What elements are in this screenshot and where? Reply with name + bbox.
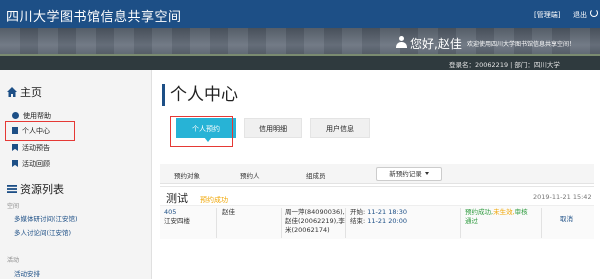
space-item-discussion-room[interactable]: 多人讨论间(江安馆) [14, 227, 71, 237]
sidebar-item-activity-review[interactable]: 活动回顾 [12, 158, 50, 170]
bookmark-icon [12, 160, 18, 167]
sidebar: 主页 使用帮助 个人中心 活动预告 活动回顾 资源列表 空间 多媒体研讨间(江安… [0, 70, 152, 279]
reserver-cell: 赵佳 [222, 208, 235, 216]
chevron-down-icon [424, 172, 429, 175]
building-name: 江安四楼 [164, 217, 190, 225]
status-cell: 预约成功,未生效,审核 通过 [465, 208, 528, 226]
status-pending: 未生效, [493, 208, 515, 216]
admin-link[interactable]: [管理端] [534, 10, 560, 20]
cancel-button[interactable]: 取消 [560, 215, 573, 224]
reservation-record: 测试 预约成功 2019-11-21 15:42 405 江安四楼 赵佳 周一萍… [160, 186, 594, 239]
record-title: 测试 [166, 192, 188, 205]
tab-user-info[interactable]: 用户信息 [310, 118, 370, 138]
record-timestamp: 2019-11-21 15:42 [533, 193, 592, 201]
logout-link[interactable]: 退出 [573, 10, 587, 20]
header-banner: 您好,赵佳 欢迎使用四川大学图书馆信息共享空间！ 登录名：20062219 | … [0, 28, 600, 70]
page-title: 个人中心 [162, 84, 238, 106]
home-heading-label: 主页 [20, 86, 42, 99]
top-bar: 四川大学图书馆信息共享空间 [管理端] 退出 [0, 0, 600, 28]
column-divider [281, 208, 282, 238]
highlight-box-tab [170, 116, 233, 147]
column-divider [460, 208, 461, 238]
start-label: 开始: [350, 208, 366, 216]
activity-label: 活动 [7, 257, 20, 264]
bookmark-icon [12, 144, 18, 151]
home-icon [7, 87, 17, 97]
table-row: 405 江安四楼 赵佳 周一萍(84090036), 赵佳(20062219),… [160, 205, 594, 239]
sidebar-item-activity-preview[interactable]: 活动预告 [12, 142, 50, 154]
space-label: 空间 [7, 203, 20, 210]
members-line: 周一萍(84090036), [285, 208, 345, 216]
start-time: 11-21 18:30 [367, 208, 407, 216]
column-divider [216, 208, 217, 238]
main-content: 个人中心 个人预约 信用明细 用户信息 预约对象 预约人 组成员 新预约记录 测… [152, 70, 600, 279]
sidebar-item-label: 活动回顾 [22, 160, 50, 168]
status-success: 预约成功, [465, 208, 494, 216]
column-header: 预约对象 [174, 172, 200, 180]
account-info: 登录名：20062219 | 部门：四川大学 [449, 61, 560, 69]
power-icon[interactable] [590, 9, 598, 17]
status-approved: 通过 [465, 217, 478, 225]
sidebar-item-label: 使用帮助 [23, 112, 51, 120]
end-label: 结束: [350, 217, 366, 225]
tab-credit-details[interactable]: 信用明细 [244, 118, 302, 138]
room-number-link[interactable]: 405 [164, 208, 190, 217]
user-icon [396, 36, 407, 48]
home-heading: 主页 [7, 84, 42, 100]
status-badge: 预约成功 [200, 196, 228, 204]
room-cell: 405 江安四楼 [164, 208, 190, 226]
members-line: 赵佳(20062219),李 [285, 217, 345, 225]
column-header: 预约人 [240, 172, 260, 180]
members-line: 米(20062174) [285, 226, 330, 234]
list-icon [7, 185, 17, 193]
resource-heading: 资源列表 [7, 181, 64, 197]
status-review: 审核 [514, 208, 528, 216]
column-header: 组成员 [306, 172, 326, 180]
dropdown-label: 新预约记录 [389, 170, 422, 178]
end-time: 11-21 20:00 [367, 217, 407, 225]
question-circle-icon [12, 112, 19, 119]
sidebar-item-label: 活动预告 [22, 144, 50, 152]
resource-heading-label: 资源列表 [20, 183, 64, 196]
column-divider [345, 208, 346, 238]
time-cell: 开始: 11-21 18:30 结束: 11-21 20:00 [350, 208, 407, 226]
record-filter-dropdown[interactable]: 新预约记录 [376, 167, 442, 181]
greeting-text: 您好,赵佳 [410, 37, 462, 51]
welcome-text: 欢迎使用四川大学图书馆信息共享空间！ [467, 41, 576, 48]
space-item-multimedia-room[interactable]: 多媒体研讨间(江安馆) [14, 213, 78, 223]
activity-item-schedule[interactable]: 活动安排 [14, 268, 40, 278]
app-title[interactable]: 四川大学图书馆信息共享空间 [6, 6, 182, 25]
table-header: 预约对象 预约人 组成员 新预约记录 [160, 164, 594, 184]
members-cell: 周一萍(84090036), 赵佳(20062219),李 米(20062174… [285, 208, 345, 235]
highlight-box-sidebar [5, 121, 75, 141]
column-divider [541, 208, 542, 238]
